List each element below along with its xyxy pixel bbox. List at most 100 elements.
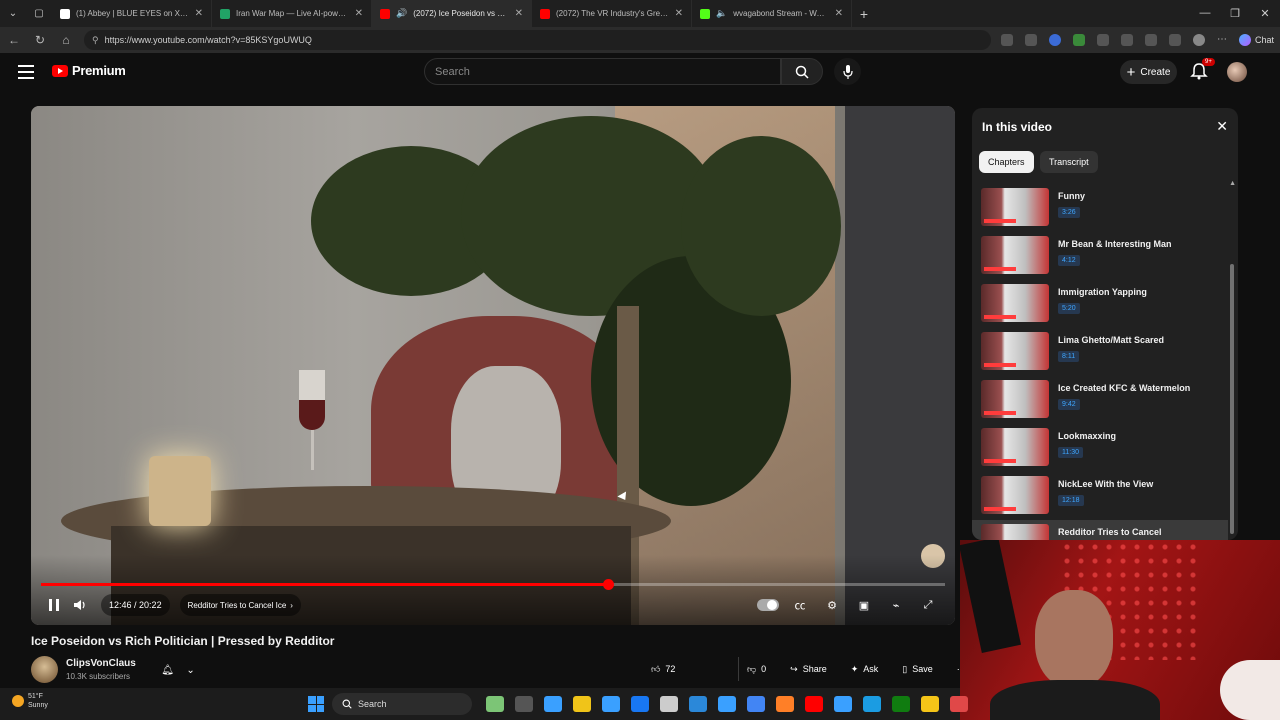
cast-icon[interactable]: ⌁ <box>883 592 909 618</box>
url-field[interactable]: ⚲ https://www.youtube.com/watch?v=85KSYg… <box>84 30 991 50</box>
close-tab-icon[interactable]: ✕ <box>675 8 683 19</box>
taskbar-app-icon[interactable] <box>834 696 852 712</box>
panel-scrollbar[interactable] <box>1230 264 1234 534</box>
taskbar-app-icon[interactable] <box>660 696 678 712</box>
close-tab-icon[interactable]: ✕ <box>355 8 363 19</box>
back-arrow-icon[interactable]: ← <box>6 33 22 47</box>
chapter-item[interactable]: Lookmaxxing 11:30 <box>972 424 1228 472</box>
restore-icon[interactable]: ❐ <box>1220 7 1250 20</box>
voice-search-button[interactable] <box>834 58 861 85</box>
favorite-star-icon[interactable] <box>1024 34 1037 46</box>
miniplayer-icon[interactable]: ▣ <box>851 592 877 618</box>
browser-tab[interactable]: (1) Abbey | BLUE EYES on X: "The ✕ <box>52 0 212 27</box>
subtitles-cc-icon[interactable]: ㏄ <box>787 592 813 618</box>
browser-tab-strip: ⌄ ▢ (1) Abbey | BLUE EYES on X: "The ✕ I… <box>0 0 1280 27</box>
video-player[interactable]: 12:46 / 20:22 Redditor Tries to Cancel I… <box>31 106 955 625</box>
close-icon[interactable]: ✕ <box>1216 118 1228 135</box>
browser-tab-active[interactable]: 🔊 (2072) Ice Poseidon vs Rich Po ✕ <box>372 0 532 27</box>
autoplay-toggle[interactable] <box>755 592 781 618</box>
taskbar-app-icon[interactable] <box>892 696 910 712</box>
save-button[interactable]: ▯ Save <box>894 657 940 681</box>
taskbar-app-icon[interactable] <box>921 696 939 712</box>
taskbar-app-icon[interactable] <box>747 696 765 712</box>
speaker-icon[interactable]: 🔊 <box>396 8 407 19</box>
site-info-icon[interactable]: ⚲ <box>92 35 99 46</box>
chapter-item[interactable]: Ice Created KFC & Watermelon 9:42 <box>972 376 1228 424</box>
copilot-chat-button[interactable]: Chat <box>1238 34 1274 46</box>
fullscreen-icon[interactable]: ⤢ <box>915 592 941 618</box>
browser-tab[interactable]: 🔈 wvagabond Stream - Watch L ✕ <box>692 0 852 27</box>
close-tab-icon[interactable]: ✕ <box>515 8 523 19</box>
tab-actions-icon[interactable]: ▢ <box>26 0 52 27</box>
copilot-icon <box>1238 34 1251 46</box>
chapter-title-button[interactable]: Redditor Tries to Cancel Ice › <box>179 594 301 616</box>
taskbar-app-icon[interactable] <box>544 696 562 712</box>
hamburger-menu-icon[interactable] <box>18 65 34 79</box>
chapter-item[interactable]: Lima Ghetto/Matt Scared 8:11 <box>972 328 1228 376</box>
search-input[interactable] <box>435 65 780 78</box>
settings-gear-icon[interactable]: ⚙ <box>819 592 845 618</box>
taskbar-app-icon[interactable] <box>631 696 649 712</box>
tab-list-chevron-icon[interactable]: ⌄ <box>0 0 26 27</box>
weather-widget[interactable]: 51°F Sunny <box>12 692 48 710</box>
taskbar-app-icon[interactable] <box>805 696 823 712</box>
address-bar-row: ← ↻ ⌂ ⚲ https://www.youtube.com/watch?v=… <box>0 27 1280 53</box>
volume-button[interactable] <box>67 592 93 618</box>
like-button[interactable]: 👍︎ 72 <box>643 657 739 681</box>
chapter-thumbnail <box>981 524 1049 540</box>
search-button[interactable] <box>781 58 823 85</box>
windows-start-icon[interactable] <box>308 696 324 712</box>
channel-avatar[interactable] <box>31 656 58 683</box>
extensions-puzzle-icon[interactable] <box>1096 34 1109 46</box>
taskbar-search[interactable]: Search <box>332 693 472 715</box>
scroll-up-arrow-icon[interactable]: ▲ <box>1229 180 1236 187</box>
close-tab-icon[interactable]: ✕ <box>195 8 203 19</box>
new-tab-plus-icon[interactable]: + <box>852 6 876 22</box>
channel-name[interactable]: ClipsVonClaus <box>66 658 136 669</box>
create-button[interactable]: + Create <box>1120 60 1177 84</box>
tab-chapters[interactable]: Chapters <box>979 151 1034 173</box>
taskbar-app-icon[interactable] <box>776 696 794 712</box>
taskbar-app-icon[interactable] <box>950 696 968 712</box>
tab-transcript[interactable]: Transcript <box>1040 151 1098 173</box>
taskbar-app-icon[interactable] <box>689 696 707 712</box>
subscription-bell-button[interactable]: 🔔︎ ⌄ <box>155 659 201 681</box>
taskbar-app-icon[interactable] <box>718 696 736 712</box>
url-text: https://www.youtube.com/watch?v=85KSYgoU… <box>104 35 312 45</box>
youtube-premium-logo[interactable]: Premium <box>52 63 126 78</box>
dislike-button[interactable]: 👎︎ 0 <box>739 657 774 681</box>
seek-bar[interactable] <box>41 579 945 590</box>
thumbs-up-icon: 👍︎ <box>651 663 661 674</box>
more-menu-icon[interactable]: ⋯ <box>1217 34 1229 46</box>
taskbar-app-icon[interactable] <box>573 696 591 712</box>
taskbar-app-icon[interactable] <box>515 696 533 712</box>
minimize-icon[interactable]: — <box>1190 7 1220 20</box>
browser-essentials-icon[interactable] <box>1168 34 1181 46</box>
speaker-icon[interactable]: 🔈 <box>716 8 727 19</box>
account-avatar[interactable] <box>1227 62 1247 82</box>
chapter-item-current[interactable]: Redditor Tries to Cancel <box>972 520 1228 540</box>
taskbar-app-icon[interactable] <box>863 696 881 712</box>
seek-bar-scrubber[interactable] <box>602 579 614 590</box>
chapter-item[interactable]: NickLee With the View 12:18 <box>972 472 1228 520</box>
close-tab-icon[interactable]: ✕ <box>835 8 843 19</box>
pause-button[interactable] <box>41 592 67 618</box>
share-button[interactable]: ↪ Share <box>782 657 835 681</box>
favorites-icon[interactable] <box>1144 34 1157 46</box>
extension-icon[interactable] <box>1072 34 1085 46</box>
chapter-item[interactable]: Mr Bean & Interesting Man 4:12 <box>972 232 1228 280</box>
refresh-icon[interactable]: ↻ <box>32 33 48 47</box>
ask-button[interactable]: ✦ Ask <box>843 657 887 681</box>
taskbar-app-icon[interactable] <box>486 696 504 712</box>
chapter-item[interactable]: Immigration Yapping 5:20 <box>972 280 1228 328</box>
close-window-icon[interactable]: ✕ <box>1250 7 1280 20</box>
read-aloud-icon[interactable] <box>1000 34 1013 46</box>
browser-tab[interactable]: Iran War Map — Live AI-powered ✕ <box>212 0 372 27</box>
split-screen-icon[interactable] <box>1120 34 1133 46</box>
profile-avatar-icon[interactable] <box>1192 34 1205 46</box>
extension-icon[interactable] <box>1048 34 1061 46</box>
taskbar-app-icon[interactable] <box>602 696 620 712</box>
chapter-item[interactable]: Funny 3:26 <box>972 184 1228 232</box>
home-icon[interactable]: ⌂ <box>58 33 74 47</box>
browser-tab[interactable]: (2072) The VR Industry's Great Re ✕ <box>532 0 692 27</box>
